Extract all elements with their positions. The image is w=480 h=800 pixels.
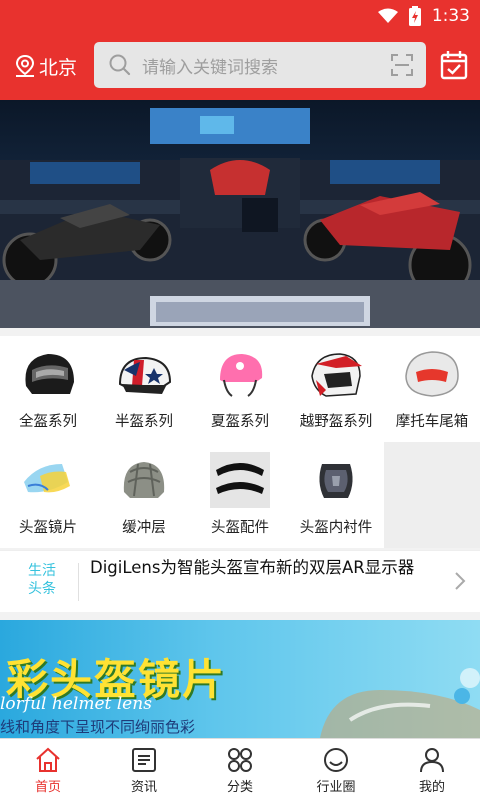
- ad-banner[interactable]: 彩头盔镜片 lorful helmet lens 线和角度下呈现不同绚丽色彩: [0, 620, 480, 738]
- category-label: 头盔内衬件: [299, 520, 373, 536]
- category-label: 越野盔系列: [299, 414, 373, 430]
- bottom-tab-bar: 首页 资讯 分类 行业圈 我的: [0, 738, 480, 800]
- search-icon: [109, 54, 131, 76]
- category-helmet-accessories[interactable]: 头盔配件: [192, 442, 288, 548]
- news-headline[interactable]: DigiLens为智能头盔宣布新的双层AR显示器: [90, 557, 430, 579]
- calendar-check-icon[interactable]: [440, 50, 468, 80]
- helmet-liner-image: [319, 464, 353, 498]
- circle-icon: [324, 748, 348, 772]
- category-motocross-helmet[interactable]: 越野盔系列: [288, 336, 384, 442]
- home-icon: [36, 747, 60, 772]
- battery-icon: [408, 6, 421, 26]
- helmet-visor-image: [24, 464, 70, 493]
- tab-home[interactable]: 首页: [0, 739, 96, 800]
- half-helmet-image: [118, 356, 172, 394]
- app-header: 北京 请输入关键词搜索: [0, 32, 480, 100]
- news-tag: 生活 头条: [28, 563, 56, 597]
- showroom-image: [0, 108, 480, 328]
- category-label: 摩托车尾箱: [395, 414, 469, 430]
- profile-icon: [420, 748, 444, 773]
- wifi-icon: [377, 8, 398, 23]
- search-bar[interactable]: 请输入关键词搜索: [94, 42, 426, 88]
- ad-english: lorful helmet lens: [0, 694, 152, 714]
- motocross-helmet-image: [311, 353, 362, 397]
- chevron-right-icon[interactable]: [454, 571, 466, 591]
- news-icon: [132, 748, 156, 772]
- category-summer-helmet[interactable]: 夏盔系列: [192, 336, 288, 442]
- category-full-helmet[interactable]: 全盔系列: [0, 336, 96, 442]
- helmet-accessories-image: [210, 452, 270, 508]
- category-helmet-liner[interactable]: 头盔内衬件: [288, 442, 384, 548]
- category-label: 缓冲层: [122, 520, 166, 536]
- category-icon: [228, 748, 252, 772]
- news-divider: [78, 563, 79, 601]
- location-pin-icon: [15, 54, 35, 77]
- category-label: 夏盔系列: [211, 414, 269, 430]
- status-time: 1:33: [431, 6, 470, 26]
- full-helmet-image: [25, 354, 74, 394]
- category-grid: 全盔系列 半盔系列 夏盔系列 越野盔系列 摩托车尾箱 头盔镜片 缓冲层 头盔配件…: [0, 336, 480, 548]
- category-half-helmet[interactable]: 半盔系列: [96, 336, 192, 442]
- category-helmet-visor[interactable]: 头盔镜片: [0, 442, 96, 548]
- category-label: 头盔镜片: [19, 520, 77, 536]
- search-placeholder: 请输入关键词搜索: [142, 57, 278, 78]
- scan-icon[interactable]: [390, 53, 414, 77]
- category-tail-box[interactable]: 摩托车尾箱: [384, 336, 480, 442]
- tab-news[interactable]: 资讯: [96, 739, 192, 800]
- city-selector[interactable]: 北京: [14, 53, 77, 80]
- news-ticker[interactable]: 生活 头条 DigiLens为智能头盔宣布新的双层AR显示器: [0, 550, 480, 612]
- promo-banner[interactable]: [0, 100, 480, 328]
- category-padding[interactable]: 缓冲层: [96, 442, 192, 548]
- category-label: 半盔系列: [115, 414, 173, 430]
- tab-category[interactable]: 分类: [192, 739, 288, 800]
- tab-industry-circle[interactable]: 行业圈: [288, 739, 384, 800]
- city-name: 北京: [39, 56, 78, 79]
- category-label: 全盔系列: [19, 414, 77, 430]
- padding-image: [123, 462, 165, 498]
- empty-grid-cell: [384, 442, 480, 548]
- tab-profile[interactable]: 我的: [384, 739, 480, 800]
- tail-box-image: [405, 351, 459, 397]
- summer-helmet-image: [220, 354, 263, 397]
- ad-subtitle: 线和角度下呈现不同绚丽色彩: [0, 718, 196, 736]
- category-label: 头盔配件: [211, 520, 269, 536]
- status-bar: 1:33: [0, 0, 480, 32]
